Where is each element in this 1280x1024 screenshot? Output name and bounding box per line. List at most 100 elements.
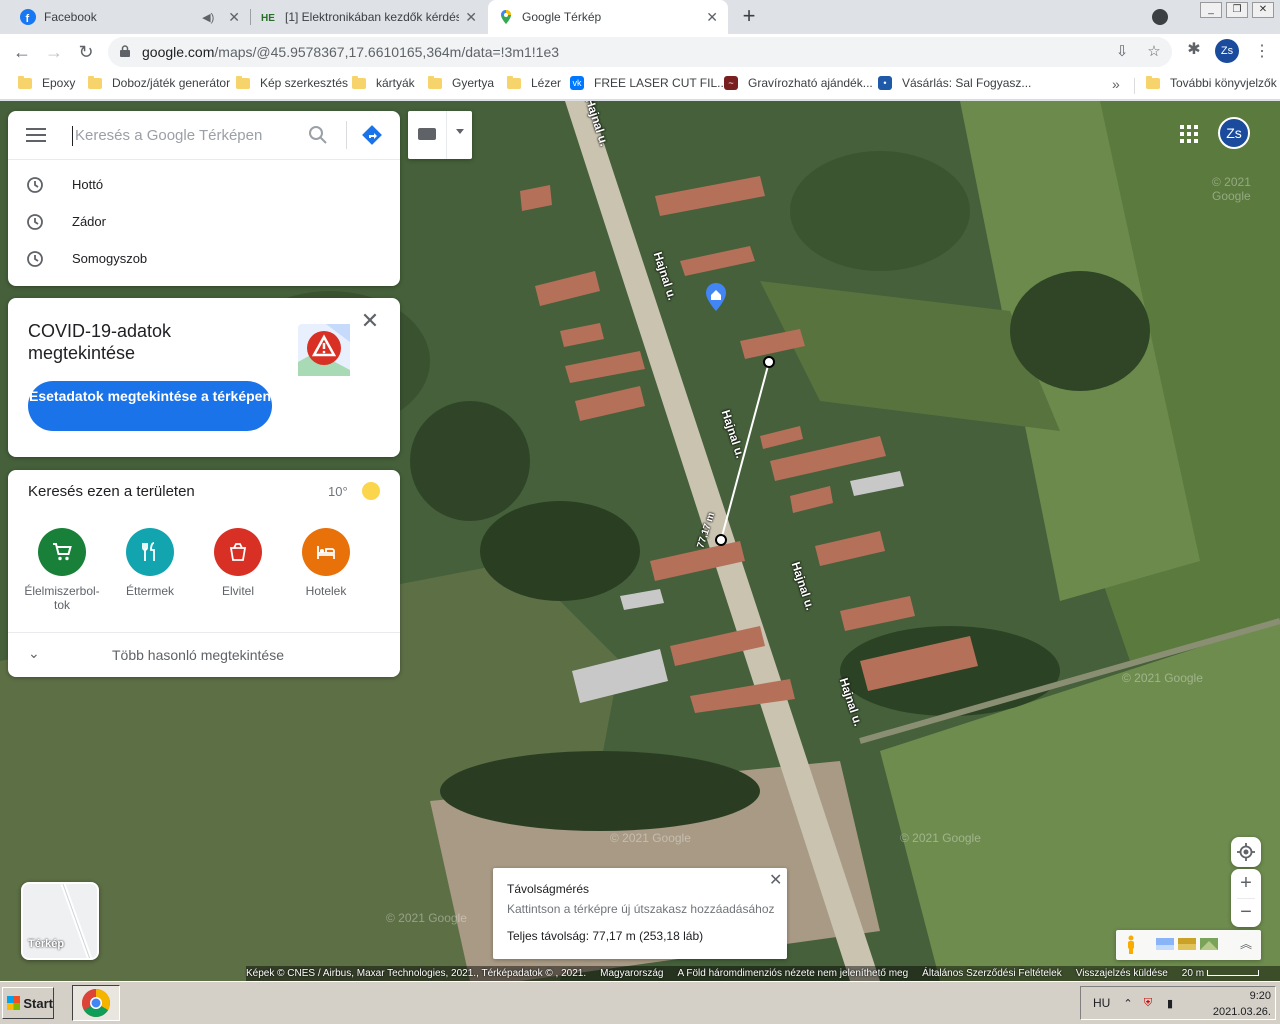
view-case-data-button[interactable]: Esetadatok megtekintése a térképen	[28, 381, 272, 431]
terms-link[interactable]: Általános Szerződési Feltételek	[922, 968, 1062, 979]
history-clock-icon	[27, 176, 43, 193]
category-restaurants[interactable]: Éttermek	[110, 528, 190, 598]
tab-close-icon[interactable]: ✕	[706, 9, 718, 26]
restore-button[interactable]: ❐	[1226, 2, 1248, 18]
start-button[interactable]: Start	[2, 987, 54, 1019]
bookmark-kep[interactable]: Kép szerkesztés	[236, 75, 348, 90]
bookmark-label: Lézer	[531, 76, 562, 90]
back-button[interactable]: ←	[10, 40, 34, 64]
imagery-thumbnail-icon[interactable]	[1156, 938, 1174, 950]
tab-close-icon[interactable]: ✕	[228, 9, 240, 26]
history-clock-icon	[27, 213, 43, 230]
category-label: Elvitel	[221, 584, 254, 598]
imagery-thumbnail-icon[interactable]	[1178, 938, 1196, 950]
bookmark-gyertya[interactable]: Gyertya	[428, 75, 494, 90]
clock-date: 2021.03.26.	[1212, 1006, 1271, 1018]
site-icon: ~	[724, 76, 738, 90]
bookmark-label: Gravírozható ajándék...	[748, 76, 873, 90]
search-icon[interactable]	[308, 125, 328, 145]
extensions-icon[interactable]: ✱	[1184, 40, 1204, 60]
minimize-button[interactable]: _	[1200, 2, 1222, 18]
feedback-link[interactable]: Visszajelzés küldése	[1076, 968, 1168, 979]
bookmark-label: Epoxy	[42, 76, 76, 90]
vk-icon: vk	[570, 76, 584, 90]
map-layer-toggle[interactable]: Térkép	[21, 882, 99, 960]
reload-button[interactable]: ↻	[74, 40, 98, 64]
folder-icon	[18, 75, 32, 89]
language-indicator[interactable]: HU	[1093, 996, 1110, 1010]
tab-google-maps[interactable]: Google Térkép ✕	[488, 0, 728, 34]
url-path: /maps/@45.9578367,17.6610165,364m/data=!…	[214, 44, 560, 60]
search-input[interactable]: Keresés a Google Térképen	[72, 126, 262, 146]
my-location-button[interactable]	[1231, 837, 1261, 867]
country-link[interactable]: Magyarország	[600, 968, 663, 979]
tab-elektronika[interactable]: HE [1] Elektronikában kezdők kérdései ✕	[251, 0, 487, 34]
imagery-credit: Képek © CNES / Airbus, Maxar Technologie…	[246, 968, 587, 979]
bookmark-kartyak[interactable]: kártyák	[352, 75, 415, 90]
watermark: © 2021 Google	[900, 831, 981, 845]
expand-chevron-icon[interactable]: ⌄	[28, 645, 40, 662]
clock-time: 9:20	[1249, 990, 1271, 1002]
bookmark-gravirozhato[interactable]: ~ Gravírozható ajándék...	[724, 76, 873, 90]
bookmark-label: Vásárlás: Sal Fogyasz...	[902, 76, 1032, 90]
directions-icon[interactable]	[360, 123, 384, 147]
scale-label[interactable]: 20 m	[1182, 968, 1259, 979]
account-avatar[interactable]: Zs	[1218, 117, 1250, 149]
tab-search-icon[interactable]	[1152, 9, 1168, 25]
close-window-button[interactable]: ✕	[1252, 2, 1274, 18]
attribution-bar: Képek © CNES / Airbus, Maxar Technologie…	[246, 966, 1280, 981]
bookmark-label: FREE LASER CUT FIL...	[594, 76, 728, 90]
address-bar[interactable]: google.com/maps/@45.9578367,17.6610165,3…	[108, 37, 1172, 67]
tab-title: [1] Elektronikában kezdők kérdései	[285, 10, 460, 24]
expand-icon[interactable]: ︽	[1240, 935, 1252, 952]
more-bookmarks-icon[interactable]: »	[1112, 76, 1120, 92]
temperature: 10°	[328, 484, 348, 499]
covid-panel: COVID-19-adatok megtekintése Esetadatok …	[8, 298, 400, 457]
history-item[interactable]: Zádor	[8, 203, 400, 240]
tray-expand-icon[interactable]: ⌃	[1121, 997, 1135, 1011]
search-panel: Keresés a Google Térképen Hottó Zádor So…	[8, 111, 400, 286]
menu-icon[interactable]	[26, 128, 46, 142]
close-icon[interactable]: ✕	[769, 870, 782, 890]
browser-menu-icon[interactable]: ⋮	[1254, 40, 1270, 64]
pegman-icon[interactable]	[1126, 935, 1136, 955]
taskbar-chrome-button[interactable]	[72, 985, 120, 1021]
satellite-map[interactable]: Hajnal u. Hajnal u. Hajnal u. Hajnal u. …	[0, 101, 1280, 981]
bookmark-vasarlas[interactable]: • Vásárlás: Sal Fogyasz...	[878, 76, 1031, 90]
dropdown-arrow-icon[interactable]	[456, 129, 464, 134]
history-item[interactable]: Somogyszob	[8, 240, 400, 277]
history-item[interactable]: Hottó	[8, 166, 400, 203]
bookmark-lezer[interactable]: Lézer	[507, 75, 562, 90]
bookmark-other[interactable]: További könyvjelzők	[1146, 75, 1277, 90]
network-icon[interactable]: ▮	[1163, 997, 1177, 1011]
bookmark-epoxy[interactable]: Epoxy	[18, 75, 76, 90]
scale-bar	[1206, 970, 1259, 976]
watermark: © 2021 Google	[1122, 671, 1203, 685]
security-icon[interactable]: ⛨	[1141, 997, 1155, 1011]
category-hotels[interactable]: Hotelek	[286, 528, 366, 598]
show-more-button[interactable]: Több hasonló megtekintése	[112, 647, 284, 663]
imagery-thumbnail-icon[interactable]	[1200, 938, 1218, 950]
audio-icon[interactable]: ◀)	[202, 11, 214, 24]
bookmark-label: További könyvjelzők	[1170, 76, 1277, 90]
keyboard-icon	[418, 128, 436, 140]
zoom-in-button[interactable]: +	[1231, 869, 1261, 898]
bookmark-star-icon[interactable]: ☆	[1146, 44, 1162, 60]
distance-subtitle: Kattintson a térképre új útszakasz hozzá…	[507, 902, 775, 916]
category-groceries[interactable]: Élelmiszerbol-tok	[22, 528, 102, 612]
forward-button[interactable]: →	[42, 40, 66, 64]
grocery-cart-icon	[38, 528, 86, 576]
tab-close-icon[interactable]: ✕	[465, 9, 477, 26]
browser-toolbar: ← → ↻ google.com/maps/@45.9578367,17.661…	[0, 34, 1280, 70]
zoom-out-button[interactable]: −	[1231, 898, 1261, 927]
tab-facebook[interactable]: f Facebook ◀) ✕	[10, 0, 250, 34]
new-tab-button[interactable]: +	[738, 5, 760, 28]
category-takeout[interactable]: Elvitel	[198, 528, 278, 598]
bookmark-doboz[interactable]: Doboz/játék generátor	[88, 75, 230, 90]
input-tools-button[interactable]	[408, 111, 472, 159]
google-apps-icon[interactable]	[1180, 125, 1198, 143]
bookmark-laser-cut[interactable]: vk FREE LASER CUT FIL...	[570, 76, 727, 90]
install-icon[interactable]: ⇩	[1114, 44, 1130, 60]
profile-avatar[interactable]: Zs	[1215, 39, 1239, 63]
close-icon[interactable]: ✕	[360, 310, 380, 332]
